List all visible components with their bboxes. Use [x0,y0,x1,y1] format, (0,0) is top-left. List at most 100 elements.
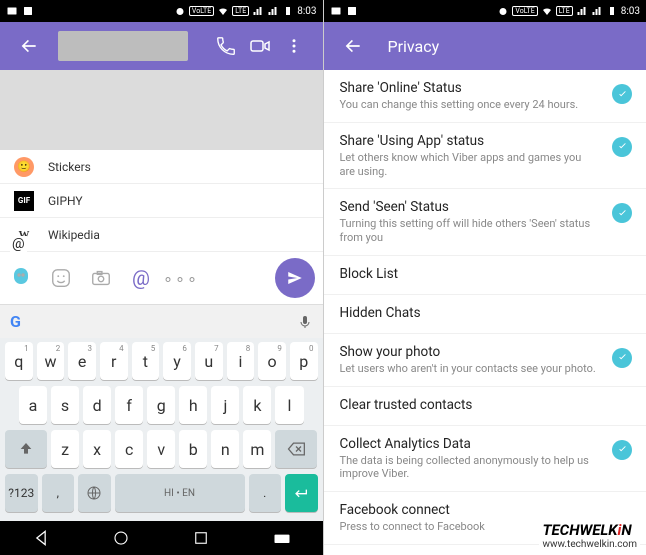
key-a[interactable]: a [19,386,47,424]
giphy-icon: GIF [14,191,34,211]
nav-home-icon[interactable] [112,529,130,547]
screenshot-icon [346,5,358,17]
back-button[interactable] [336,36,370,56]
key-shift[interactable] [5,430,47,468]
gallery-icon [330,5,342,17]
mention-hint: @ [10,236,27,252]
key-period[interactable]: . [249,474,282,512]
nav-keyboard-icon[interactable] [272,528,292,548]
key-i[interactable]: i8 [227,342,255,380]
key-g[interactable]: g [147,386,175,424]
setting-desc: Let others know which Viber apps and gam… [340,151,599,179]
key-q[interactable]: q1 [5,342,33,380]
sticker-tab-icon[interactable] [8,265,34,291]
mention-icon[interactable]: @ [128,265,154,291]
setting-title: Facebook connect [340,502,599,518]
check-icon [612,348,632,368]
setting-title: Share 'Online' Status [340,80,599,96]
setting-item[interactable]: Block List [324,256,646,295]
chat-area[interactable] [0,70,323,150]
key-h[interactable]: h [179,386,207,424]
screenshot-icon [22,5,34,17]
key-backspace[interactable] [275,430,317,468]
video-call-button[interactable] [243,34,277,58]
key-l[interactable]: l [275,386,303,424]
suggestion-label: GIPHY [48,194,83,208]
key-f[interactable]: f [115,386,143,424]
setting-title: Hidden Chats [340,305,599,321]
key-z[interactable]: z [51,430,79,468]
setting-item[interactable]: Hidden Chats [324,295,646,334]
key-m[interactable]: m [243,430,271,468]
key-k[interactable]: k [243,386,271,424]
send-button[interactable] [275,258,315,298]
phone-right-settings: VoLTE LTE 8:03 Privacy Share 'Online' St… [324,0,646,555]
keyboard-search-row[interactable]: G [0,304,323,338]
key-w[interactable]: w2 [37,342,65,380]
key-j[interactable]: j [211,386,239,424]
key-r[interactable]: r4 [100,342,128,380]
contact-name-redacted[interactable] [58,31,188,61]
key-o[interactable]: o9 [258,342,286,380]
gallery-icon [6,5,18,17]
key-u[interactable]: u7 [195,342,223,380]
back-button[interactable] [12,36,46,56]
page-title: Privacy [388,37,440,56]
signal-icon-2 [267,5,279,17]
volte-badge: VoLTE [189,6,214,16]
watermark: TECHWELKiN www.techwelkin.com [539,520,640,551]
camera-icon[interactable] [88,265,114,291]
battery-icon [282,5,294,17]
setting-item[interactable]: Clear trusted contacts [324,387,646,426]
key-enter[interactable] [285,474,318,512]
key-comma[interactable]: , [42,474,75,512]
emoji-icon[interactable] [48,265,74,291]
keyboard: q1w2e3r4t5y6u7i8o9p0 asdfghjkl zxcvbnm ?… [0,338,323,521]
key-v[interactable]: v [147,430,175,468]
suggestion-stickers[interactable]: 🙂Stickers [0,150,323,184]
setting-item[interactable]: Collect Analytics DataThe data is being … [324,426,646,493]
suggestion-giphy[interactable]: GIF GIPHY [0,184,323,218]
more-menu-button[interactable] [277,37,311,55]
more-options-icon[interactable]: ∘∘∘ [168,265,194,291]
nav-back-icon[interactable] [31,528,51,548]
setting-item[interactable]: Share 'Online' StatusYou can change this… [324,70,646,123]
key-s[interactable]: s [51,386,79,424]
key-c[interactable]: c [115,430,143,468]
key-t[interactable]: t5 [132,342,160,380]
nav-recent-icon[interactable] [192,529,210,547]
mic-icon[interactable] [297,314,313,330]
key-b[interactable]: b [179,430,207,468]
key-x[interactable]: x [83,430,111,468]
key-symbols[interactable]: ?123 [5,474,38,512]
suggestion-wikipedia[interactable]: WWikipedia [0,218,323,252]
android-nav-bar [0,521,323,555]
settings-header: Privacy [324,22,646,70]
battery-icon [606,5,618,17]
status-bar: VoLTE LTE 8:03 [324,0,646,22]
check-icon [612,84,632,104]
wifi-icon [541,5,553,17]
key-p[interactable]: p0 [290,342,318,380]
key-language[interactable] [78,474,111,512]
settings-list[interactable]: Share 'Online' StatusYou can change this… [324,70,646,555]
voice-call-button[interactable] [209,35,243,57]
key-e[interactable]: e3 [68,342,96,380]
check-icon [612,137,632,157]
alarm-icon [174,5,186,17]
setting-title: Show your photo [340,344,599,360]
signal-icon [576,5,588,17]
setting-item[interactable]: Share 'Using App' statusLet others know … [324,123,646,190]
setting-item[interactable]: Send 'Seen' StatusTurning this setting o… [324,189,646,256]
google-logo: G [10,312,21,331]
key-space[interactable]: HI • EN [115,474,245,512]
key-d[interactable]: d [83,386,111,424]
signal-icon [252,5,264,17]
volte-badge: VoLTE [512,6,537,16]
setting-item[interactable]: Show your photoLet users who aren't in y… [324,334,646,387]
setting-title: Clear trusted contacts [340,397,599,413]
phone-left-chat: VoLTE LTE 8:03 🙂Stickers GIFGIPHY WWikip… [0,0,324,555]
key-n[interactable]: n [211,430,239,468]
key-y[interactable]: y6 [163,342,191,380]
clock: 8:03 [297,6,316,17]
